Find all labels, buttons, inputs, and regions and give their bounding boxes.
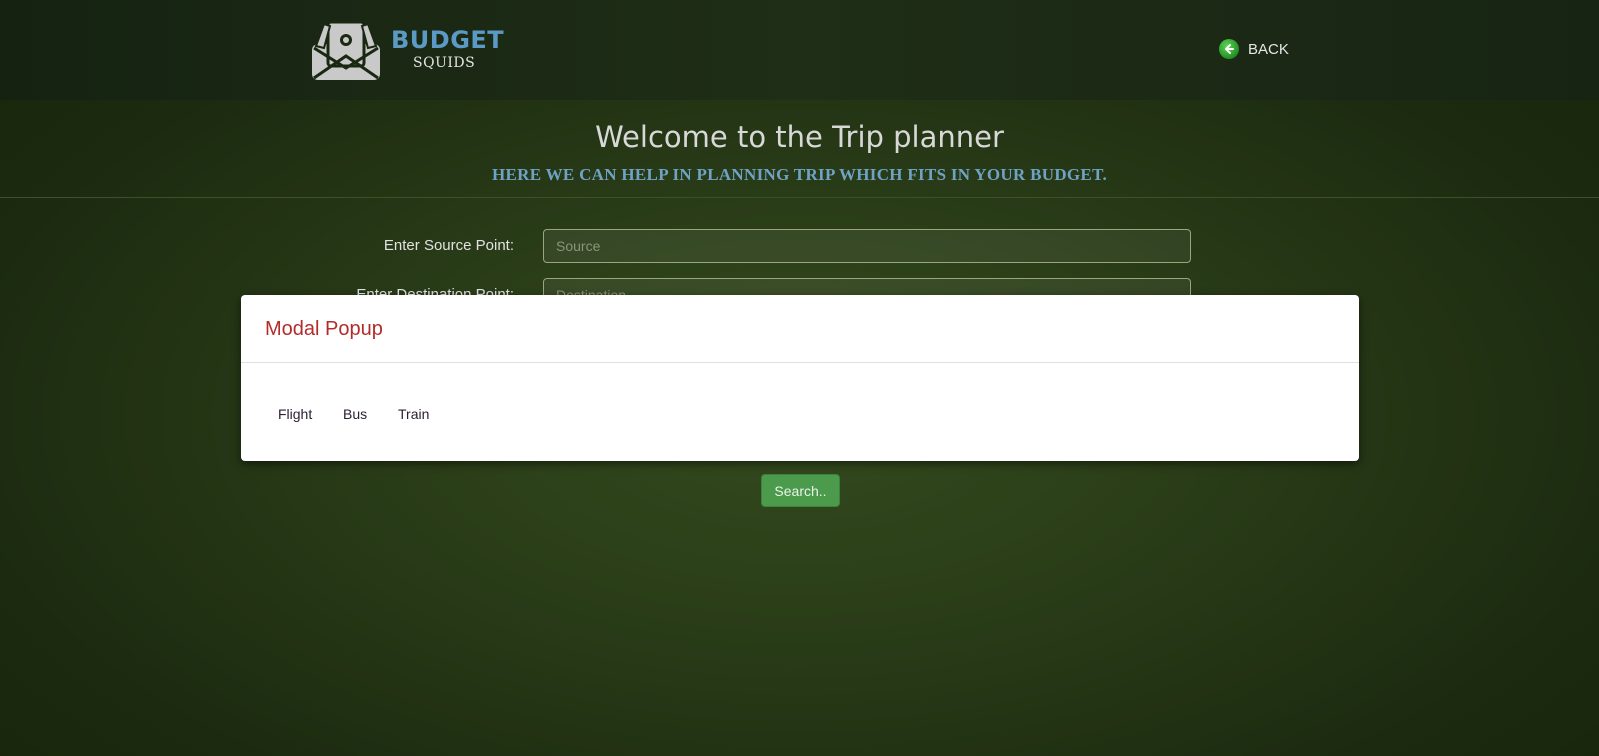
search-button[interactable]: Search.. bbox=[761, 474, 840, 507]
top-navbar: BUDGET SQUIDS BACK bbox=[0, 0, 1599, 100]
hero-section: Welcome to the Trip planner HERE WE CAN … bbox=[0, 100, 1599, 198]
modal-header: Modal Popup bbox=[241, 295, 1359, 363]
option-flight[interactable]: Flight bbox=[278, 406, 312, 422]
source-row: Enter Source Point: bbox=[0, 229, 1599, 263]
option-train[interactable]: Train bbox=[398, 406, 429, 422]
option-bus[interactable]: Bus bbox=[343, 406, 367, 422]
source-label: Enter Source Point: bbox=[383, 237, 514, 254]
modal-title: Modal Popup bbox=[265, 318, 383, 340]
back-link[interactable]: BACK bbox=[1219, 38, 1289, 60]
modal-popup: Modal Popup Flight Bus Train bbox=[241, 295, 1359, 461]
page-title: Welcome to the Trip planner bbox=[595, 120, 1004, 154]
logo-text-squids: SQUIDS bbox=[413, 55, 476, 71]
logo-text-budget: BUDGET bbox=[391, 26, 505, 54]
brand-logo[interactable]: BUDGET SQUIDS bbox=[310, 18, 504, 82]
logo-envelope-money-icon bbox=[312, 20, 380, 80]
page-subtitle: HERE WE CAN HELP IN PLANNING TRIP WHICH … bbox=[492, 165, 1107, 184]
back-arrow-icon bbox=[1219, 39, 1239, 59]
modal-body: Flight Bus Train bbox=[241, 363, 1359, 460]
source-input[interactable] bbox=[543, 229, 1191, 263]
back-label: BACK bbox=[1248, 40, 1289, 58]
